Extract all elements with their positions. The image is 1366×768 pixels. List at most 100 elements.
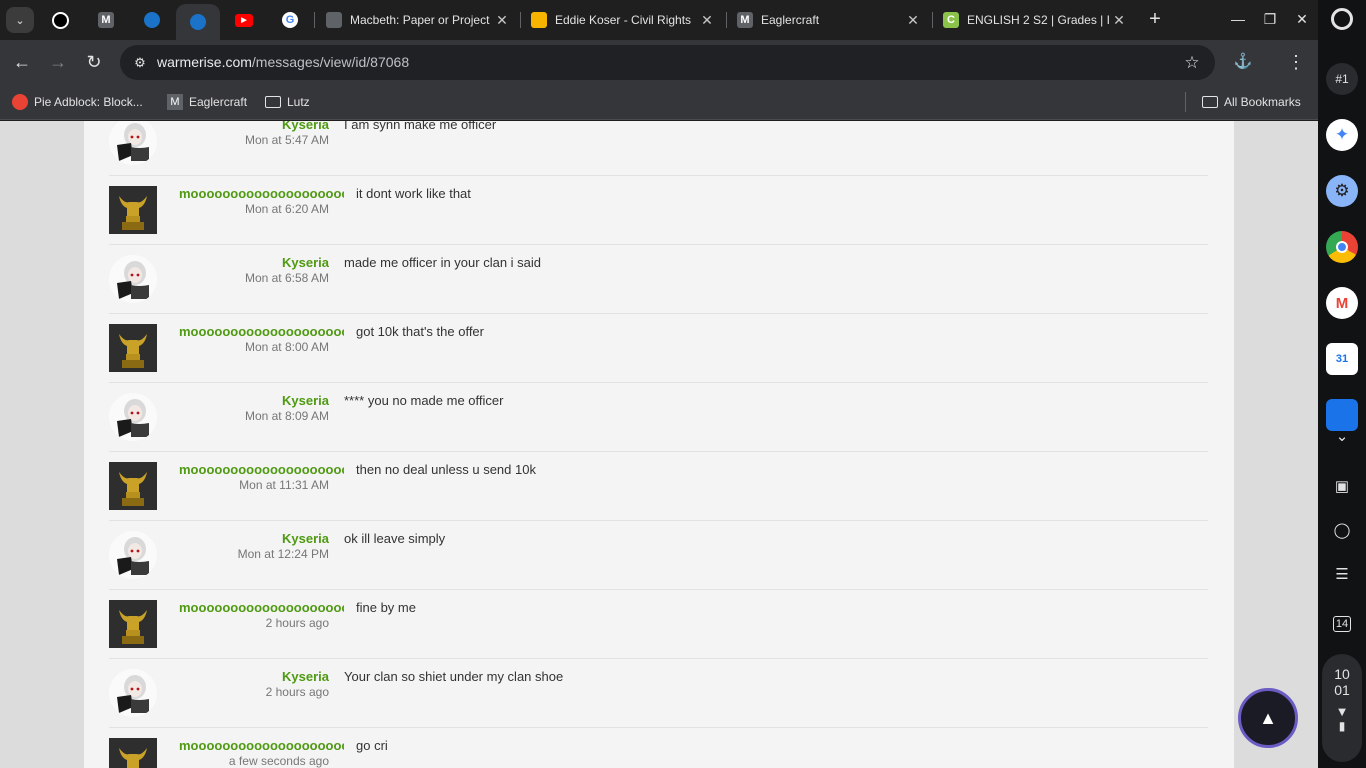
- tab-english[interactable]: C ENGLISH 2 S2 | Grades | I ✕: [933, 6, 1135, 34]
- calendar-icon[interactable]: 31: [1326, 343, 1358, 375]
- message-text: made me officer in your clan i said: [344, 255, 542, 270]
- bookmark-star-icon[interactable]: ☆: [1181, 52, 1203, 74]
- eaglercraft-icon: M: [737, 12, 753, 28]
- settings-icon[interactable]: ⚙: [1326, 175, 1358, 207]
- toolbar: ← → ↻ ⚙ warmerise.com/messages/view/id/8…: [0, 40, 1318, 85]
- warmerise-icon: [190, 14, 206, 30]
- url-host: warmerise.com: [157, 54, 252, 70]
- avatar[interactable]: [109, 600, 157, 648]
- close-icon[interactable]: ✕: [699, 12, 715, 28]
- message-row: mooooooooooooooooooooo Mon at 8:00 AM got …: [109, 314, 1208, 383]
- new-tab-button[interactable]: +: [1143, 8, 1167, 32]
- message-author[interactable]: mooooooooooooooooooooo: [179, 324, 344, 339]
- slides-icon: [531, 12, 547, 28]
- avatar[interactable]: [109, 324, 157, 372]
- page-content: Kyseria Mon at 5:47 AM I am synn make me o…: [0, 121, 1318, 768]
- message-author[interactable]: Kyseria: [179, 255, 329, 270]
- message-text: got 10k that's the offer: [356, 324, 484, 339]
- message-author[interactable]: mooooooooooooooooooooo: [179, 462, 344, 477]
- restore-button[interactable]: ❐: [1258, 8, 1282, 30]
- message-timestamp: Mon at 6:20 AM: [244, 202, 329, 216]
- all-bookmarks-label: All Bookmarks: [1224, 95, 1301, 109]
- extensions-icon[interactable]: ⚓: [1231, 50, 1255, 74]
- message-author[interactable]: mooooooooooooooooooooo: [179, 738, 344, 753]
- avatar[interactable]: [109, 255, 157, 303]
- message-text: it dont work like that: [356, 186, 471, 201]
- message-timestamp: a few seconds ago: [228, 754, 329, 768]
- forward-button[interactable]: →: [46, 50, 70, 74]
- message-author[interactable]: mooooooooooooooooooooo: [179, 600, 344, 615]
- message-row: mooooooooooooooooooooo 2 hours ago fine by…: [109, 590, 1208, 659]
- avatar[interactable]: [109, 121, 157, 165]
- avatar[interactable]: [109, 669, 157, 717]
- reload-button[interactable]: ↻: [82, 50, 106, 74]
- google-icon: G: [282, 12, 298, 28]
- message-author[interactable]: Kyseria: [179, 121, 329, 132]
- desk-badge[interactable]: #1: [1326, 63, 1358, 95]
- avatar[interactable]: [109, 531, 157, 579]
- avatar[interactable]: [109, 393, 157, 441]
- avatar[interactable]: [109, 738, 157, 768]
- close-icon[interactable]: ✕: [1111, 12, 1127, 28]
- all-bookmarks-button[interactable]: All Bookmarks: [1202, 92, 1301, 112]
- chrome-icon[interactable]: [1326, 231, 1358, 263]
- message-author[interactable]: mooooooooooooooooooooo: [179, 186, 344, 201]
- message-thread: Kyseria Mon at 5:47 AM I am synn make me o…: [84, 121, 1234, 768]
- pinned-tab-3[interactable]: [130, 4, 174, 36]
- site-info-icon[interactable]: ⚙: [130, 53, 150, 73]
- tab-search-button[interactable]: ⌄: [6, 7, 34, 33]
- url-text[interactable]: warmerise.com/messages/view/id/87068: [157, 54, 409, 70]
- bookmarks-bar: Pie Adblock: Block... M Eaglercraft Lutz…: [0, 85, 1318, 120]
- message-text: I am synn make me officer: [344, 121, 497, 132]
- avatar[interactable]: [109, 462, 157, 510]
- menu-icon[interactable]: ⋮: [1284, 50, 1308, 74]
- eaglercraft-icon: M: [167, 94, 183, 110]
- close-icon[interactable]: ✕: [494, 12, 510, 28]
- address-bar[interactable]: ⚙ warmerise.com/messages/view/id/87068 ☆: [120, 45, 1215, 80]
- message-row: Kyseria Mon at 8:09 AM **** you no made me…: [109, 383, 1208, 452]
- pinned-tab-2[interactable]: M: [84, 4, 128, 36]
- anime-girl-avatar-icon: [109, 255, 157, 303]
- message-author[interactable]: Kyseria: [179, 531, 329, 546]
- clock-hour: 10: [1334, 666, 1350, 682]
- message-row: Kyseria Mon at 12:24 PM ok ill leave simpl…: [109, 521, 1208, 590]
- tab-civil-rights[interactable]: Eddie Koser - Civil Rights ✕: [521, 6, 723, 34]
- bookmark-label: Pie Adblock: Block...: [34, 95, 143, 109]
- pinned-tab-active[interactable]: [176, 4, 220, 40]
- tasks-icon[interactable]: 14: [1326, 608, 1358, 640]
- status-area[interactable]: 10 01 ▼ ▮: [1322, 654, 1362, 762]
- tab-macbeth[interactable]: Macbeth: Paper or Project ✕: [316, 6, 518, 34]
- bookmark-eaglercraft[interactable]: M Eaglercraft: [167, 92, 247, 112]
- close-icon[interactable]: ✕: [905, 12, 921, 28]
- playlist-icon[interactable]: ☰: [1326, 558, 1358, 590]
- gmail-icon[interactable]: M: [1326, 287, 1358, 319]
- message-timestamp: 2 hours ago: [265, 616, 329, 630]
- pinned-tab-1[interactable]: [38, 4, 82, 36]
- message-timestamp: Mon at 11:31 AM: [239, 478, 329, 492]
- close-window-button[interactable]: ✕: [1290, 8, 1314, 30]
- chevron-down-icon[interactable]: ⌄: [1326, 424, 1358, 448]
- gemini-icon[interactable]: ✦: [1326, 119, 1358, 151]
- back-button[interactable]: ←: [10, 50, 34, 74]
- pinned-tab-google[interactable]: G: [268, 4, 312, 36]
- pinned-tab-youtube[interactable]: ▶: [222, 4, 266, 36]
- chrome-center: [1336, 241, 1348, 253]
- microphone-icon[interactable]: ◯: [1326, 514, 1358, 546]
- wifi-icon: ▼: [1335, 704, 1349, 719]
- avatar[interactable]: [109, 186, 157, 234]
- bookmark-folder-lutz[interactable]: Lutz: [265, 92, 310, 112]
- screen-capture-icon[interactable]: ▣: [1326, 470, 1358, 502]
- floating-app-button[interactable]: ▲: [1238, 688, 1298, 748]
- minimize-button[interactable]: —: [1226, 8, 1250, 30]
- folder-icon: [1202, 96, 1218, 108]
- message-author[interactable]: Kyseria: [179, 669, 329, 684]
- message-timestamp: Mon at 8:00 AM: [244, 340, 329, 354]
- message-row: Kyseria Mon at 6:58 AM made me officer in …: [109, 245, 1208, 314]
- canvas-icon: C: [943, 12, 959, 28]
- bookmark-pie-adblock[interactable]: Pie Adblock: Block...: [12, 92, 143, 112]
- message-text: **** you no made me officer: [344, 393, 504, 408]
- message-author[interactable]: Kyseria: [179, 393, 329, 408]
- message-timestamp: Mon at 12:24 PM: [237, 547, 329, 561]
- tab-eaglercraft[interactable]: M Eaglercraft ✕: [727, 6, 929, 34]
- launcher-button[interactable]: [1331, 8, 1353, 30]
